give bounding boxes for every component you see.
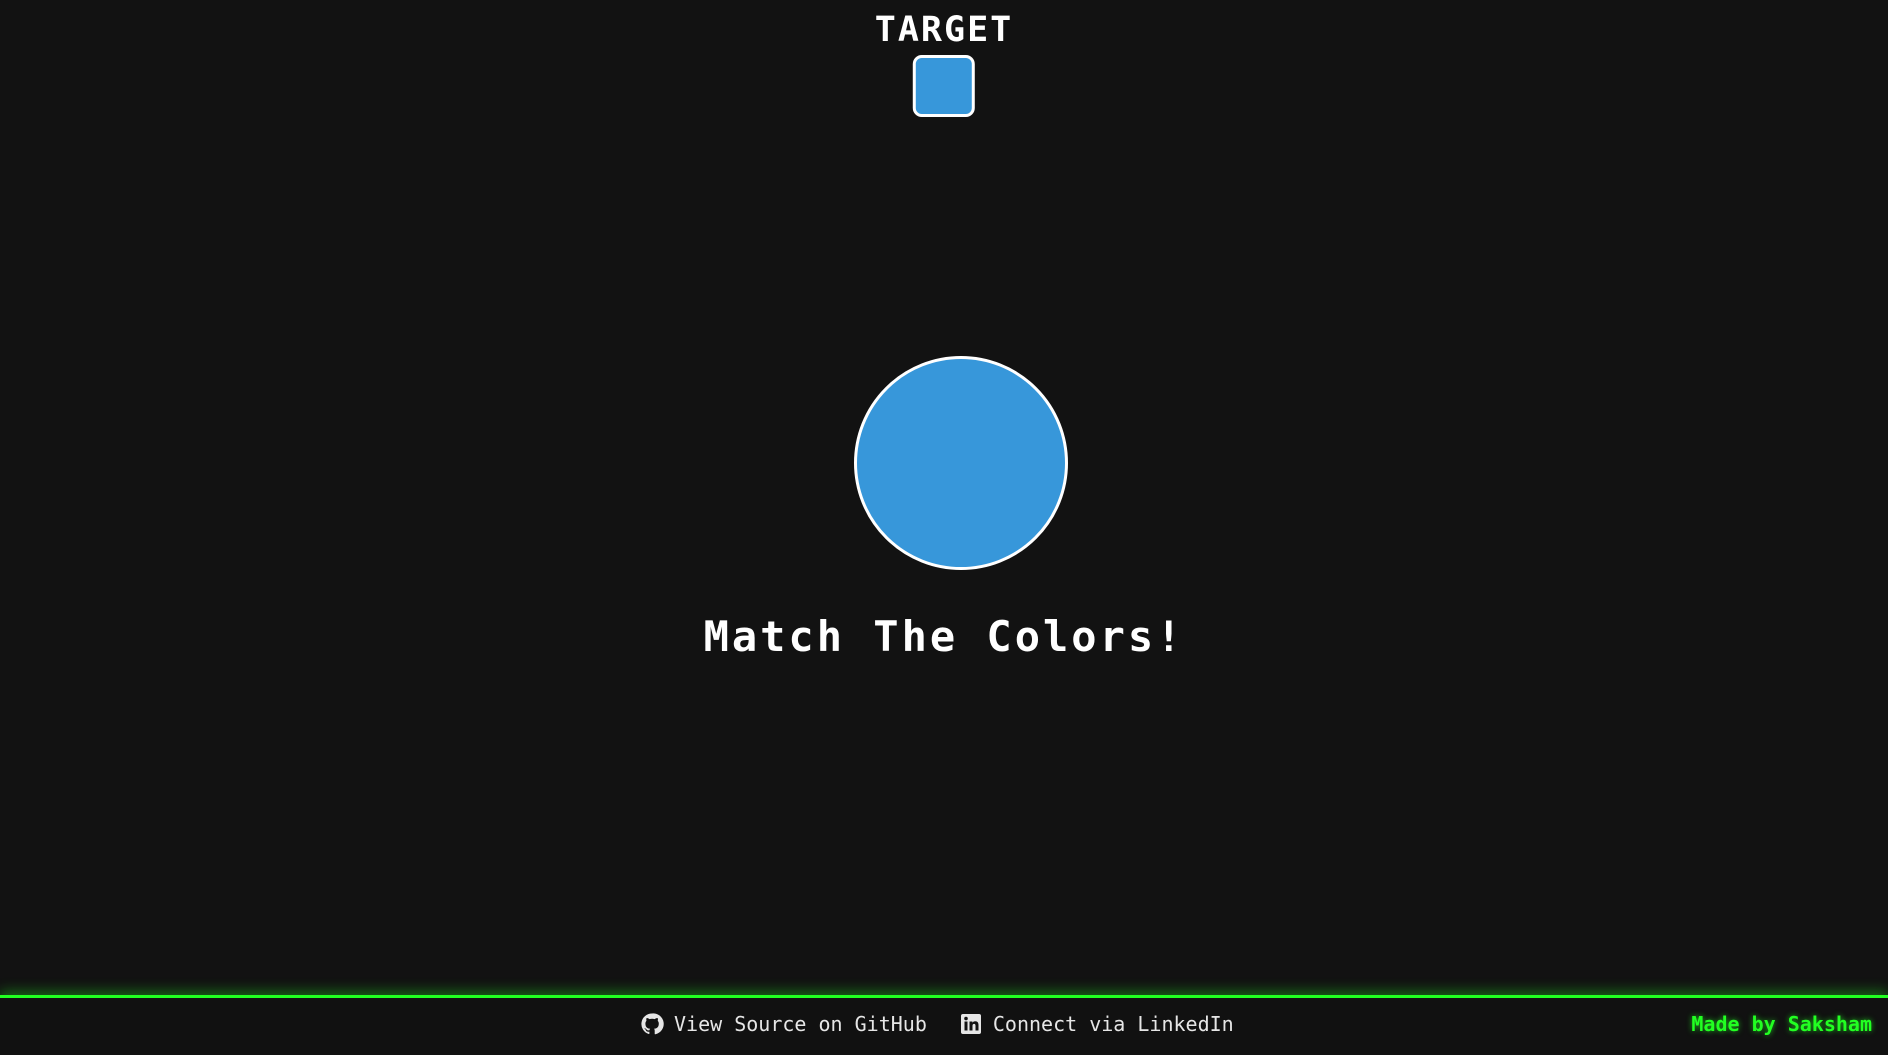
made-by-credit: Made by Saksham: [1691, 1012, 1872, 1036]
linkedin-icon: [959, 1012, 983, 1036]
target-label: TARGET: [874, 10, 1014, 50]
github-link-label: View Source on GitHub: [674, 1012, 927, 1036]
game-stage: TARGET Match The Colors!: [0, 0, 1888, 995]
linkedin-link-label: Connect via LinkedIn: [992, 1012, 1234, 1036]
linkedin-link[interactable]: Connect via LinkedIn: [959, 1012, 1234, 1036]
footer: View Source on GitHub Connect via Linked…: [0, 995, 1888, 1055]
github-icon: [640, 1012, 664, 1036]
github-link[interactable]: View Source on GitHub: [640, 1012, 927, 1036]
color-circle[interactable]: [854, 356, 1068, 570]
game-message: Match The Colors!: [703, 612, 1185, 661]
target-color-swatch: [913, 55, 975, 117]
target-panel: TARGET: [875, 10, 1013, 117]
footer-links: View Source on GitHub Connect via Linked…: [640, 1012, 1234, 1036]
